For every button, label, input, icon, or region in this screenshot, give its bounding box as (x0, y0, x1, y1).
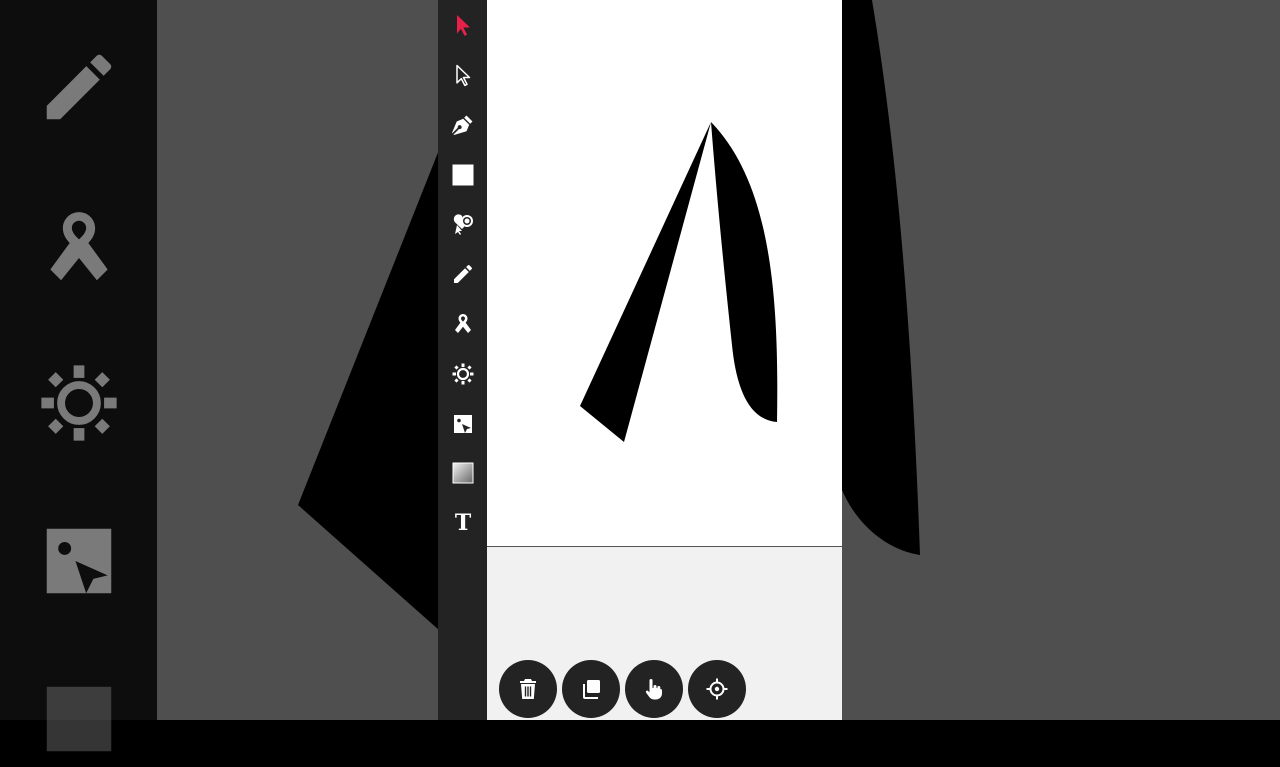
background-toolbar-reflection (0, 0, 157, 752)
drawing-canvas[interactable] (487, 0, 842, 547)
image-icon (454, 415, 472, 433)
duplicate-button[interactable] (562, 660, 620, 718)
pen-nib-icon (452, 115, 473, 135)
pan-button[interactable] (625, 660, 683, 718)
select-tool[interactable] (450, 12, 476, 38)
image-tool[interactable] (450, 411, 476, 437)
gear-icon (452, 363, 474, 385)
trash-icon (520, 679, 536, 699)
gear-icon (36, 360, 122, 446)
ribbon-icon (36, 205, 122, 291)
text-tool[interactable]: T (450, 510, 476, 536)
hand-pointer-icon (645, 679, 662, 700)
drawing-app: T (438, 0, 842, 720)
pencil-tool[interactable] (450, 261, 476, 287)
direct-select-tool[interactable] (450, 62, 476, 88)
rectangle-tool[interactable] (450, 162, 476, 188)
arrow-pointer-outline-icon (456, 64, 471, 87)
pencil-icon (454, 264, 472, 283)
pencil-icon (36, 44, 122, 130)
curved-blade-shape[interactable] (711, 122, 778, 422)
arrow-pointer-icon (457, 15, 470, 36)
triangle-shape[interactable] (580, 122, 711, 442)
pen-tool[interactable] (450, 112, 476, 138)
background-canvas-right (842, 0, 1280, 720)
gradient-square-icon (36, 676, 122, 762)
ribbon-tool[interactable] (450, 311, 476, 337)
image-icon (36, 518, 122, 604)
recenter-button[interactable] (688, 660, 746, 718)
square-icon (452, 164, 474, 186)
copy-icon (583, 680, 600, 699)
text-icon: T (454, 510, 472, 536)
ribbon-icon (455, 314, 471, 333)
background-canvas-left (157, 0, 438, 720)
crosshair-icon (706, 678, 728, 700)
gear-shape-tool[interactable] (450, 361, 476, 387)
gradient-square-icon (452, 462, 474, 484)
bottom-panel (487, 547, 842, 720)
shapes-tool[interactable] (450, 211, 476, 237)
shapes-icon (453, 214, 473, 235)
tool-sidebar: T (438, 0, 487, 720)
gradient-tool[interactable] (450, 460, 476, 486)
delete-button[interactable] (499, 660, 557, 718)
